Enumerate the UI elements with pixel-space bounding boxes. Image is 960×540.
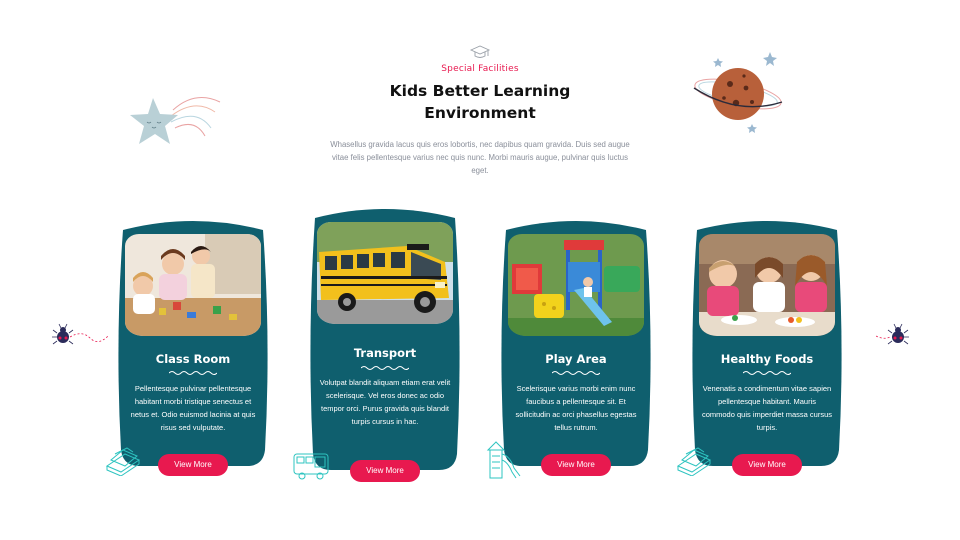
playground-icon (486, 441, 521, 479)
facility-card-classroom: Class Room Pellentesque pulvinar pellent… (113, 220, 273, 476)
view-more-button[interactable]: View More (158, 454, 228, 476)
playground-photo (508, 234, 644, 336)
view-more-button[interactable]: View More (350, 460, 420, 482)
classroom-photo (125, 234, 261, 336)
books-icon (676, 447, 712, 476)
card-description: Venenatis a condimentum vitae sapien pel… (701, 384, 833, 432)
shooting-star-icon (130, 97, 221, 144)
graduation-cap-icon (469, 45, 491, 58)
facility-card-healthy-foods: Healthy Foods Venenatis a condimentum vi… (687, 220, 847, 476)
card-title: Class Room (155, 352, 231, 366)
wave-divider (361, 366, 409, 370)
view-more-button[interactable]: View More (732, 454, 802, 476)
section-title: Kids Better Learning Environment (389, 82, 571, 122)
planet-icon (693, 52, 783, 133)
section-description: Whasellus gravida lacus quis eros lobort… (330, 140, 630, 175)
wave-divider (552, 371, 600, 375)
healthy-foods-photo (699, 234, 835, 336)
bus-icon (293, 453, 329, 480)
view-more-button[interactable]: View More (541, 454, 611, 476)
wave-divider (743, 371, 791, 375)
school-bus-photo (317, 222, 453, 324)
bug-icon (52, 323, 109, 345)
section-subtitle: Special Facilities (441, 64, 519, 74)
card-title: Healthy Foods (720, 352, 814, 366)
card-description: Pellentesque pulvinar pellentesque habit… (130, 384, 256, 432)
bug-icon (876, 323, 909, 345)
facility-card-transport: Transport Volutpat blandit aliquam etiam… (305, 208, 465, 482)
card-description: Volutpat blandit aliquam etiam erat veli… (319, 378, 451, 426)
books-icon (105, 447, 141, 476)
card-description: Scelerisque varius morbi enim nunc fauci… (515, 384, 637, 432)
card-title: Play Area (545, 352, 607, 366)
facility-card-play-area: Play Area Scelerisque varius morbi enim … (496, 220, 656, 476)
card-title: Transport (353, 346, 417, 360)
wave-divider (169, 371, 217, 375)
